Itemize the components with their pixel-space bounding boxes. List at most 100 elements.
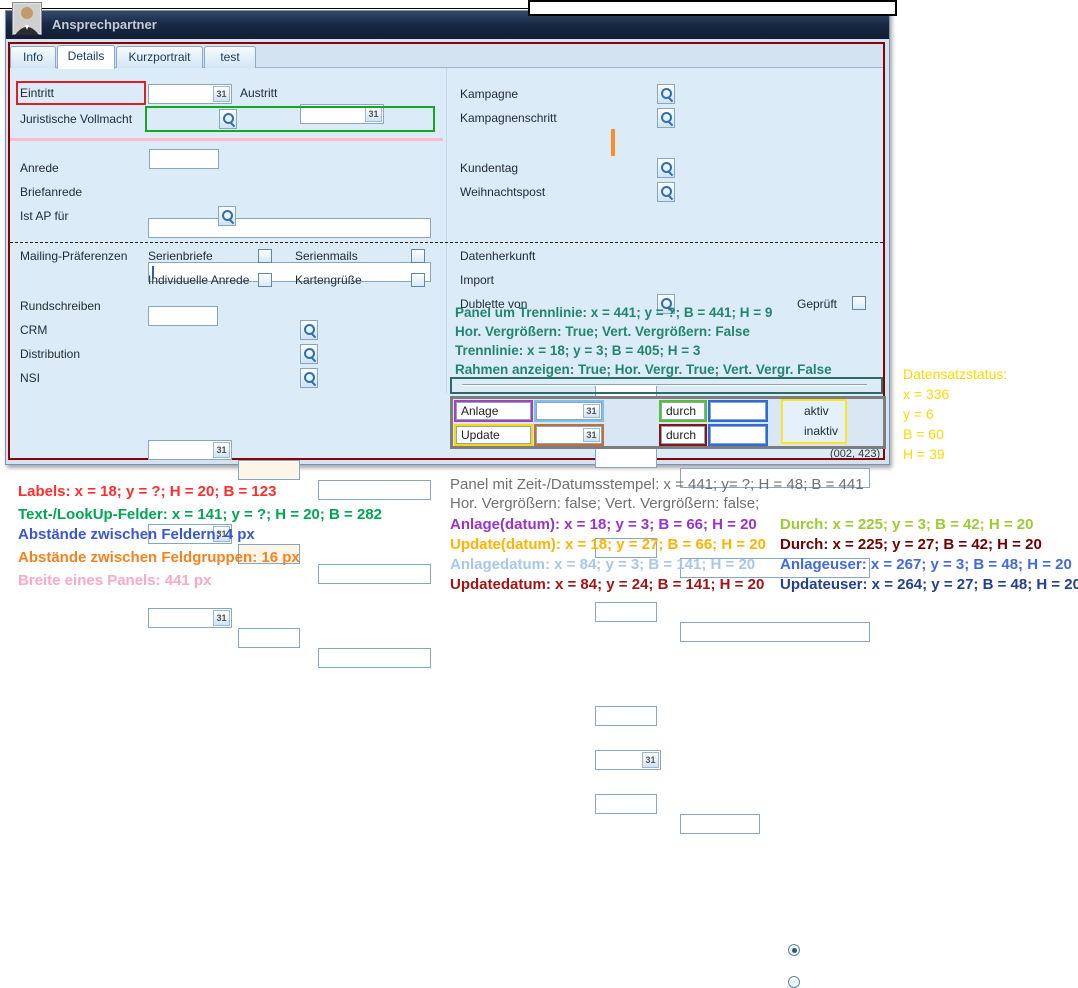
updateuser-highlight-box [708, 424, 768, 446]
serienbriefe-checkbox[interactable] [258, 249, 272, 263]
crm-text-field[interactable] [318, 480, 431, 500]
annotation-datensatzstatus-y: y = 6 [903, 406, 934, 422]
anrede-field[interactable] [148, 218, 431, 238]
calendar-icon[interactable]: 31 [583, 404, 600, 418]
anlageuser-field[interactable] [710, 402, 766, 420]
annotation-anlageuser: Anlageuser: x = 267; y = 3; B = 48; H = … [780, 556, 1072, 573]
tab-kurzportrait[interactable]: Kurzportrait [116, 46, 203, 68]
nsi-lookup-button[interactable] [300, 368, 318, 388]
annotation-updatedatum: Updatedatum: x = 84; y = 24; B = 141; H … [450, 576, 764, 593]
individuelle-anrede-label: Individuelle Anrede [148, 270, 249, 290]
inaktiv-radio[interactable] [788, 976, 800, 988]
ist-ap-fuer-lookup-button[interactable] [218, 206, 236, 226]
annotation-updateuser: Updateuser: x = 264; y = 27; B = 48; H =… [780, 576, 1078, 593]
kartengruesse-label: Kartengrüße [295, 270, 362, 290]
anlageuser-highlight-box [708, 400, 768, 422]
ist-ap-fuer-field[interactable] [148, 306, 218, 326]
kampagnenschritt-label: Kampagnenschritt [460, 108, 557, 128]
nsi-date-field[interactable]: 31 [148, 608, 232, 628]
tab-test[interactable]: test [204, 46, 256, 68]
kundentag-label: Kundentag [460, 158, 518, 178]
import-date-field[interactable]: 31 [595, 750, 661, 770]
search-icon [301, 345, 317, 363]
datenherkunft-label: Datenherkunft [460, 246, 535, 266]
person-photo-icon [12, 2, 42, 35]
datenherkunft-field[interactable] [595, 706, 657, 726]
anlage-label: Anlage [456, 402, 531, 420]
kampagnenschritt-lookup-button[interactable] [657, 108, 675, 128]
durch-row1-label: durch [661, 402, 705, 420]
weihnachtspost-text-field[interactable] [680, 622, 870, 642]
search-icon [658, 85, 674, 103]
durch2-highlight-box: durch [659, 424, 707, 446]
dashed-separator [10, 242, 883, 243]
rundschreiben-label: Rundschreiben [20, 296, 101, 316]
weihnachtspost-label: Weihnachtspost [460, 182, 545, 202]
weihnachtspost-lookup-button[interactable] [657, 182, 675, 202]
geprueft-checkbox[interactable] [852, 296, 866, 310]
aktiv-radio[interactable] [788, 944, 800, 956]
inaktiv-label: inaktiv [804, 421, 838, 441]
tab-info[interactable]: Info [10, 46, 56, 68]
calendar-icon[interactable]: 31 [583, 428, 600, 442]
weihnachtspost-lookup-field[interactable] [595, 602, 657, 622]
annotation-panel-breite: Breite eines Panels: 441 px [18, 572, 211, 589]
annotation-datensatzstatus-title: Datensatzstatus: [903, 366, 1007, 382]
updatedatum-field[interactable]: 31 [536, 426, 602, 444]
anrede-label: Anrede [20, 158, 59, 178]
update-label-highlight-box: Update [454, 424, 533, 446]
vollmacht-lookup-field[interactable] [149, 149, 219, 169]
crm-lookup-field[interactable] [238, 460, 300, 480]
crm-label: CRM [20, 320, 47, 340]
nsi-label: NSI [20, 368, 40, 388]
annotation-abstand-feldgruppen: Abstände zwischen Feldgruppen: 16 px [18, 549, 300, 566]
annotation-durch-1: Durch: x = 225; y = 3; B = 42; H = 20 [780, 516, 1033, 533]
annotation-datensatzstatus-b: B = 60 [903, 426, 944, 442]
nsi-lookup-field[interactable] [238, 628, 300, 648]
panel-divider [446, 68, 447, 393]
distribution-text-field[interactable] [318, 564, 431, 584]
serienmails-checkbox[interactable] [411, 249, 425, 263]
search-icon [658, 159, 674, 177]
calendar-icon[interactable]: 31 [642, 752, 659, 768]
anlage-label-highlight-box: Anlage [454, 400, 533, 422]
kundentag-lookup-button[interactable] [657, 158, 675, 178]
serienmails-label: Serienmails [295, 246, 358, 266]
dublette-lookup-field[interactable] [595, 794, 657, 814]
import-label: Import [460, 270, 494, 290]
spacing-marker-orange [611, 129, 615, 156]
aktiv-label: aktiv [804, 401, 829, 421]
anlagedatum-highlight-box: 31 [534, 400, 604, 422]
nsi-text-field[interactable] [318, 648, 431, 668]
crm-lookup-button[interactable] [300, 320, 318, 340]
annotation-trennlinie-2: Hor. Vergrößern: True; Vert. Vergrößern:… [455, 324, 750, 339]
durch-row2-label: durch [661, 426, 705, 444]
eintritt-label: Eintritt [20, 83, 54, 103]
coordinates-readout: (002, 423) [830, 448, 880, 460]
calendar-icon[interactable]: 31 [213, 442, 230, 458]
kampagne-lookup-button[interactable] [657, 84, 675, 104]
anlagedatum-field[interactable]: 31 [536, 402, 602, 420]
serienbriefe-label: Serienbriefe [148, 246, 213, 266]
calendar-icon[interactable]: 31 [213, 86, 230, 102]
vollmacht-lookup-button[interactable] [219, 109, 237, 129]
kampagnenschritt-lookup-field[interactable] [595, 448, 657, 468]
top-right-frame [528, 0, 897, 16]
ist-ap-fuer-label: Ist AP für [20, 206, 68, 226]
individuelle-anrede-checkbox[interactable] [258, 273, 272, 287]
distribution-lookup-button[interactable] [300, 344, 318, 364]
dublette-text-field[interactable] [680, 814, 760, 834]
tab-details[interactable]: Details [57, 45, 115, 69]
annotation-abstand-felder: Abstände zwischen Feldern: 4 px [18, 526, 255, 543]
updateuser-field[interactable] [710, 426, 766, 444]
search-icon [301, 321, 317, 339]
trennlinie-panel-highlight [450, 377, 883, 394]
calendar-icon[interactable]: 31 [213, 610, 230, 626]
window-title: Ansprechpartner [52, 17, 157, 32]
annotation-anlage-datum: Anlage(datum): x = 18; y = 3; B = 66; H … [450, 516, 757, 533]
search-icon [658, 183, 674, 201]
kartengruesse-checkbox[interactable] [411, 273, 425, 287]
kampagne-label: Kampagne [460, 84, 518, 104]
crm-date-field[interactable]: 31 [148, 440, 232, 460]
eintritt-date-field[interactable]: 31 [148, 84, 232, 104]
